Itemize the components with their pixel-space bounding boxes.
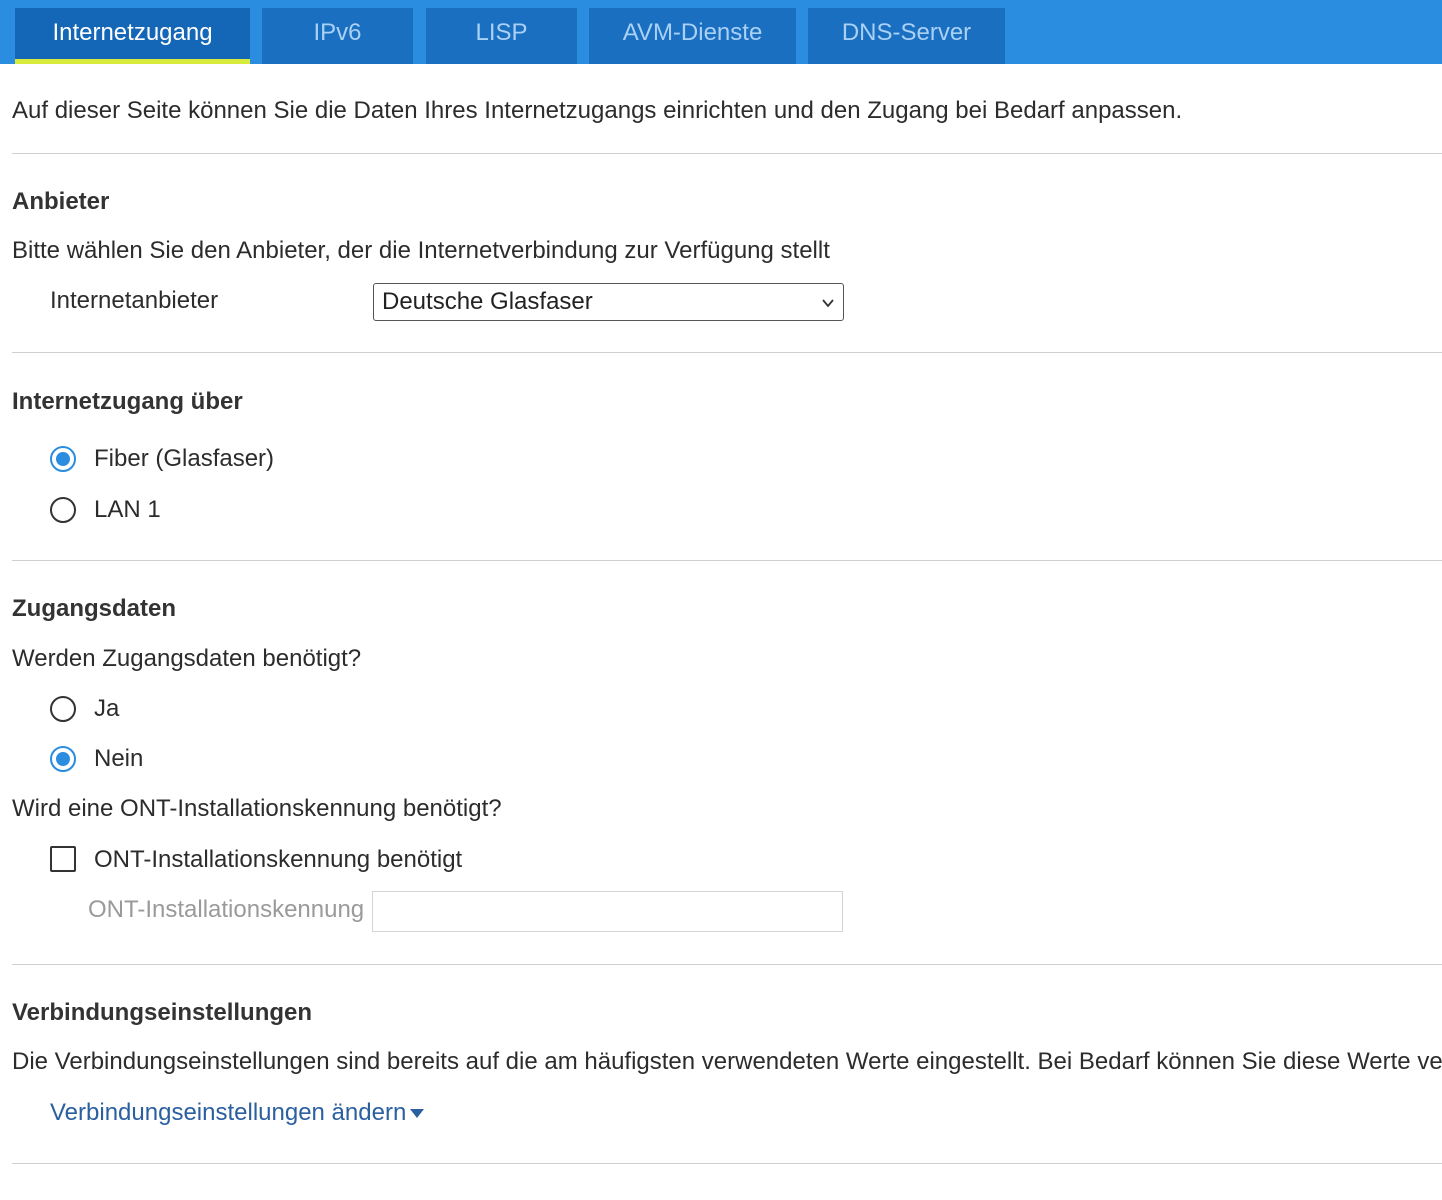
tab-lisp[interactable]: LISP xyxy=(426,8,577,64)
access-heading: Internetzugang über xyxy=(12,388,243,415)
tab-bar: Internetzugang IPv6 LISP AVM-Dienste DNS… xyxy=(0,0,1442,64)
tab-ipv6[interactable]: IPv6 xyxy=(262,8,413,64)
change-connection-settings-link[interactable]: Verbindungseinstellungen ändern xyxy=(50,1098,425,1128)
radio-fiber[interactable] xyxy=(50,446,76,472)
radio-ja[interactable] xyxy=(50,696,76,722)
radio-ja-label: Ja xyxy=(94,695,120,722)
provider-description: Bitte wählen Sie den Anbieter, der die I… xyxy=(12,237,830,264)
connection-description: Die Verbindungseinstellungen sind bereit… xyxy=(12,1048,1442,1075)
ont-field-input[interactable] xyxy=(372,891,843,932)
ont-field-label: ONT-Installationskennung xyxy=(88,896,365,923)
provider-heading: Anbieter xyxy=(12,188,110,215)
page-intro: Auf dieser Seite können Sie die Daten Ih… xyxy=(12,97,1183,124)
divider xyxy=(12,1163,1442,1164)
radio-fiber-label: Fiber (Glasfaser) xyxy=(94,445,275,472)
credentials-question: Werden Zugangsdaten benötigt? xyxy=(12,645,362,672)
ont-checkbox[interactable] xyxy=(50,846,76,872)
divider xyxy=(12,560,1442,561)
tab-dns-server[interactable]: DNS-Server xyxy=(808,8,1005,64)
radio-lan1-label: LAN 1 xyxy=(94,496,161,523)
radio-nein-label: Nein xyxy=(94,745,144,772)
radio-lan1[interactable] xyxy=(50,497,76,523)
provider-label: Internetanbieter xyxy=(50,287,219,314)
radio-nein[interactable] xyxy=(50,746,76,772)
divider xyxy=(12,153,1442,154)
ont-question: Wird eine ONT-Installationskennung benöt… xyxy=(12,795,502,822)
tab-avm-dienste[interactable]: AVM-Dienste xyxy=(589,8,796,64)
triangle-down-icon xyxy=(410,1109,425,1119)
ont-checkbox-label: ONT-Installationskennung benötigt xyxy=(94,846,463,873)
change-connection-settings-label: Verbindungseinstellungen ändern xyxy=(50,1099,407,1126)
credentials-heading: Zugangsdaten xyxy=(12,595,177,622)
divider xyxy=(12,352,1442,353)
provider-select[interactable]: Deutsche Glasfaser xyxy=(373,283,844,321)
divider xyxy=(12,964,1442,965)
chevron-down-icon xyxy=(822,299,834,308)
tab-internetzugang[interactable]: Internetzugang xyxy=(15,8,250,64)
provider-select-value: Deutsche Glasfaser xyxy=(382,288,593,315)
connection-heading: Verbindungseinstellungen xyxy=(12,999,313,1026)
